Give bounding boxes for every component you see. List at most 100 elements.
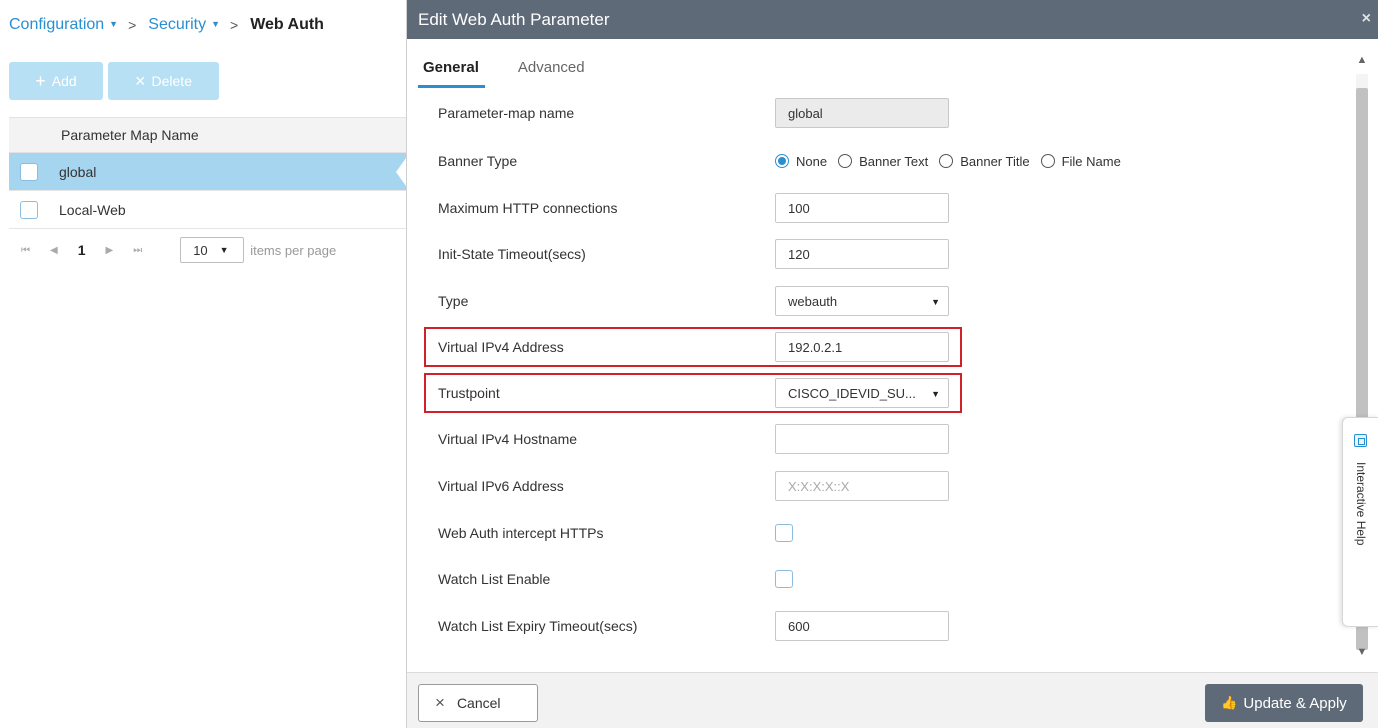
- caret-down-icon: ▼: [931, 297, 940, 307]
- add-button[interactable]: + Add: [9, 62, 103, 100]
- virtual-ipv6-address-input[interactable]: [775, 471, 949, 501]
- watch-list-expiry-timeout-input[interactable]: [775, 611, 949, 641]
- update-apply-button[interactable]: 👍 Update & Apply: [1205, 684, 1363, 722]
- type-select-value: webauth: [788, 293, 838, 309]
- field-init-state-timeout: Init-State Timeout(secs): [407, 231, 1347, 277]
- field-label: Watch List Expiry Timeout(secs): [438, 618, 638, 634]
- page-size-label: items per page: [250, 242, 337, 258]
- virtual-ipv4-hostname-input[interactable]: [775, 424, 949, 454]
- dialog-footer: × Cancel 👍 Update & Apply: [407, 672, 1378, 728]
- breadcrumb-separator: >: [230, 17, 239, 33]
- parameter-map-table: Parameter Map Name global Local-Web: [9, 117, 406, 229]
- row-name: Local-Web: [59, 201, 126, 218]
- field-type: Type webauth ▼: [407, 278, 1347, 324]
- virtual-ipv4-address-input[interactable]: [775, 332, 949, 362]
- caret-down-icon: ▼: [219, 245, 229, 255]
- cancel-button[interactable]: × Cancel: [418, 684, 538, 722]
- field-label: Virtual IPv4 Address: [438, 339, 564, 355]
- row-checkbox[interactable]: [20, 162, 38, 181]
- dialog-tabs: General Advanced: [418, 52, 591, 88]
- interactive-help-label: Interactive Help: [1354, 462, 1368, 546]
- field-banner-type: Banner Type None Banner Text Banner Titl…: [407, 138, 1347, 184]
- pagination: ⏮ ◀ 1 ▶ ⏭ 10 ▼ items per page: [9, 230, 406, 270]
- parameter-map-name-input: [775, 98, 949, 128]
- field-label: Init-State Timeout(secs): [438, 246, 586, 262]
- interactive-help-tab[interactable]: Interactive Help: [1342, 417, 1378, 627]
- radio-label: File Name: [1061, 153, 1121, 169]
- breadcrumb-security[interactable]: Security: [148, 16, 206, 34]
- help-icon: [1354, 434, 1367, 447]
- close-icon: ×: [435, 693, 445, 712]
- breadcrumb-configuration[interactable]: Configuration: [9, 16, 104, 34]
- cancel-button-label: Cancel: [456, 695, 501, 711]
- field-label: Parameter-map name: [438, 105, 575, 121]
- delete-button-label: Delete: [151, 73, 192, 89]
- radio-label: Banner Text: [859, 153, 929, 169]
- radio-button[interactable]: [838, 154, 853, 168]
- first-page-icon[interactable]: ⏮: [21, 245, 30, 256]
- field-max-http-connections: Maximum HTTP connections: [407, 185, 1347, 231]
- field-label: Maximum HTTP connections: [438, 200, 618, 216]
- field-virtual-ipv4-address: Virtual IPv4 Address: [407, 324, 1347, 370]
- radio-button[interactable]: [1040, 154, 1055, 168]
- radio-button[interactable]: [939, 154, 954, 168]
- banner-type-file-name[interactable]: File Name: [1040, 153, 1121, 169]
- field-label: Watch List Enable: [438, 571, 551, 587]
- thumbs-up-icon: 👍: [1221, 695, 1238, 710]
- table-row[interactable]: Local-Web: [9, 191, 406, 229]
- scroll-down-icon[interactable]: ▼: [1354, 644, 1370, 660]
- watch-list-enable-checkbox[interactable]: [775, 570, 793, 588]
- row-name: global: [59, 163, 97, 180]
- field-web-auth-intercept-https: Web Auth intercept HTTPs: [407, 510, 1347, 556]
- add-button-label: Add: [51, 73, 77, 89]
- edit-web-auth-parameter-dialog: Edit Web Auth Parameter × General Advanc…: [406, 0, 1378, 728]
- trustpoint-select-value: CISCO_IDEVID_SU...: [788, 385, 916, 401]
- dialog-header: Edit Web Auth Parameter ×: [407, 0, 1378, 39]
- banner-type-radio-group: None Banner Text Banner Title File Name: [775, 154, 1132, 169]
- field-virtual-ipv6-address: Virtual IPv6 Address: [407, 463, 1347, 509]
- field-label: Banner Type: [438, 153, 518, 169]
- dialog-title: Edit Web Auth Parameter: [418, 9, 610, 29]
- column-header-parameter-map-name[interactable]: Parameter Map Name: [9, 117, 406, 153]
- prev-page-icon[interactable]: ◀: [50, 245, 58, 256]
- field-watch-list-expiry-timeout: Watch List Expiry Timeout(secs): [407, 603, 1347, 649]
- field-label: Virtual IPv4 Hostname: [438, 431, 578, 447]
- caret-down-icon: ▼: [931, 389, 940, 399]
- field-label: Virtual IPv6 Address: [438, 478, 564, 494]
- field-virtual-ipv4-hostname: Virtual IPv4 Hostname: [407, 416, 1347, 462]
- type-select[interactable]: webauth ▼: [775, 286, 949, 316]
- page-size-select[interactable]: 10 ▼: [180, 237, 245, 263]
- parameter-map-list-page: Configuration ▼ > Security ▼ > Web Auth …: [0, 0, 406, 728]
- tab-general[interactable]: General: [418, 52, 485, 88]
- table-row[interactable]: global: [9, 153, 406, 191]
- last-page-icon[interactable]: ⏭: [133, 245, 142, 256]
- delete-button[interactable]: × Delete: [108, 62, 219, 100]
- page-size-value: 10: [193, 242, 208, 258]
- breadcrumb-separator: >: [128, 17, 137, 33]
- banner-type-none[interactable]: None: [775, 154, 827, 169]
- trustpoint-select[interactable]: CISCO_IDEVID_SU... ▼: [775, 378, 949, 408]
- tab-advanced[interactable]: Advanced: [513, 52, 591, 88]
- field-trustpoint: Trustpoint CISCO_IDEVID_SU... ▼: [407, 370, 1347, 416]
- plus-icon: +: [35, 70, 46, 91]
- caret-down-icon[interactable]: ▼: [211, 19, 220, 29]
- max-http-connections-input[interactable]: [775, 193, 949, 223]
- scroll-up-icon[interactable]: ▲: [1354, 52, 1370, 68]
- field-label: Web Auth intercept HTTPs: [438, 525, 604, 541]
- field-watch-list-enable: Watch List Enable: [407, 556, 1347, 602]
- row-checkbox[interactable]: [20, 200, 38, 219]
- caret-down-icon[interactable]: ▼: [109, 19, 118, 29]
- banner-type-banner-title[interactable]: Banner Title: [939, 153, 1030, 169]
- banner-type-banner-text[interactable]: Banner Text: [838, 154, 928, 169]
- close-icon[interactable]: ×: [1362, 10, 1371, 28]
- update-apply-button-label: Update & Apply: [1243, 694, 1347, 712]
- next-page-icon[interactable]: ▶: [106, 245, 114, 256]
- intercept-https-checkbox[interactable]: [775, 524, 793, 542]
- breadcrumb-current: Web Auth: [250, 16, 324, 33]
- current-page: 1: [77, 242, 86, 258]
- radio-button[interactable]: [775, 154, 789, 168]
- init-state-timeout-input[interactable]: [775, 239, 949, 269]
- close-icon: ×: [135, 70, 146, 91]
- radio-label: Banner Title: [960, 153, 1030, 169]
- field-parameter-map-name: Parameter-map name: [407, 90, 1347, 136]
